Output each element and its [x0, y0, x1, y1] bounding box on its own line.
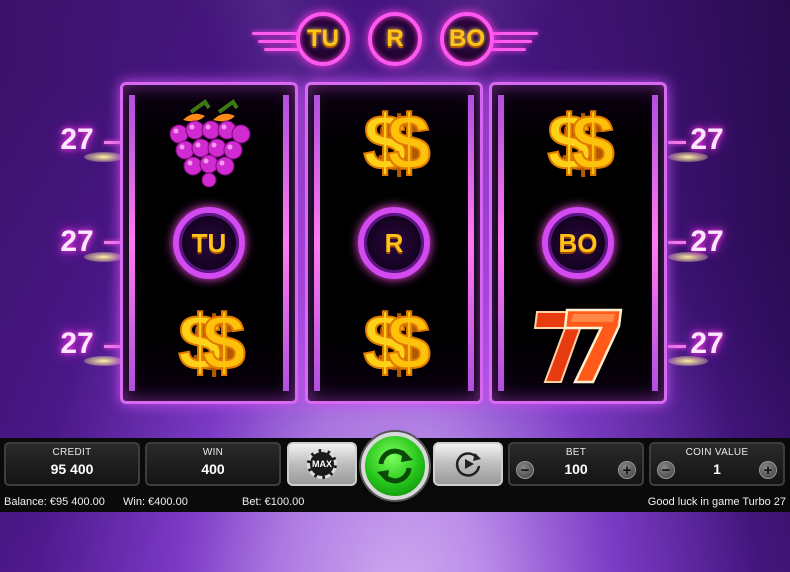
coin-value-label: COIN VALUE	[685, 447, 749, 458]
bet-decrease-button[interactable]: −	[516, 461, 534, 479]
credit-display: CREDIT 95 400	[4, 442, 140, 486]
bet-increase-button[interactable]: +	[618, 461, 636, 479]
coin-value-increase-button[interactable]: +	[759, 461, 777, 479]
logo-stripe	[490, 40, 532, 43]
dollar-sign-icon: $ $ $	[362, 103, 431, 183]
logo-stripe	[258, 40, 300, 43]
max-bet-button[interactable]: MAX	[287, 442, 357, 486]
autoplay-icon	[455, 452, 481, 477]
line-number-left-bottom: 27	[60, 327, 94, 360]
line-number-left-top: 27	[60, 123, 94, 156]
r-ring-icon: R	[358, 207, 430, 279]
symbol-seven	[492, 293, 664, 393]
status-win: Win: €400.00	[123, 496, 188, 508]
spin-arrows-icon	[377, 448, 413, 484]
credit-value: 95 400	[50, 461, 94, 477]
grapes-icon	[169, 99, 251, 188]
max-chip-icon: MAX	[307, 449, 337, 479]
reel-2: $ $ $ R $ $ $	[305, 82, 483, 404]
symbol-tu-ring: TU	[123, 193, 295, 293]
bet-display: BET 100 − +	[508, 442, 644, 486]
status-balance: Balance: €95 400.00	[4, 496, 105, 508]
game-logo: TU R BO	[252, 8, 538, 70]
dollar-sign-icon: $ $ $	[177, 303, 246, 383]
symbol-bo-ring: BO	[492, 193, 664, 293]
symbol-r-ring: R	[308, 193, 480, 293]
double-seven-icon	[533, 308, 623, 384]
logo-stripe	[264, 48, 300, 51]
logo-ball-r: R	[368, 12, 422, 66]
symbol-dollar: $ $ $	[308, 93, 480, 193]
dollar-sign-icon: $ $ $	[546, 103, 615, 183]
line-number-right-bottom: 27	[690, 327, 724, 360]
logo-stripe	[490, 32, 538, 35]
win-label: WIN	[202, 447, 224, 458]
credit-label: CREDIT	[52, 447, 92, 458]
svg-text:$: $	[387, 103, 430, 183]
bo-ring-icon: BO	[542, 207, 614, 279]
logo-stripe	[490, 48, 526, 51]
win-display: WIN 400	[145, 442, 281, 486]
dollar-sign-icon: $ $ $	[362, 303, 431, 383]
reel-3: $ $ $ BO	[489, 82, 667, 404]
status-message: Good luck in game Turbo 27	[647, 496, 786, 508]
line-number-right-middle: 27	[690, 225, 724, 258]
svg-text:$: $	[202, 303, 245, 383]
line-number-right-top: 27	[690, 123, 724, 156]
autoplay-button[interactable]	[433, 442, 503, 486]
logo-ball-tu: TU	[296, 12, 350, 66]
symbol-dollar: $ $ $	[123, 293, 295, 393]
logo-ball-bo: BO	[440, 12, 494, 66]
symbol-dollar: $ $ $	[492, 93, 664, 193]
symbol-grapes	[123, 93, 295, 193]
win-value: 400	[201, 461, 225, 477]
line-number-left-middle: 27	[60, 225, 94, 258]
coin-value-decrease-button[interactable]: −	[657, 461, 675, 479]
reel-1: TU $ $ $	[120, 82, 298, 404]
status-bet: Bet: €100.00	[242, 496, 305, 508]
bet-label: BET	[565, 447, 587, 458]
symbol-dollar: $ $ $	[308, 293, 480, 393]
svg-text:$: $	[571, 103, 614, 183]
coin-value-display: COIN VALUE 1 − +	[649, 442, 785, 486]
svg-text:$: $	[387, 303, 430, 383]
tu-ring-icon: TU	[173, 207, 245, 279]
spin-button[interactable]	[361, 432, 429, 500]
logo-stripe	[252, 32, 300, 35]
